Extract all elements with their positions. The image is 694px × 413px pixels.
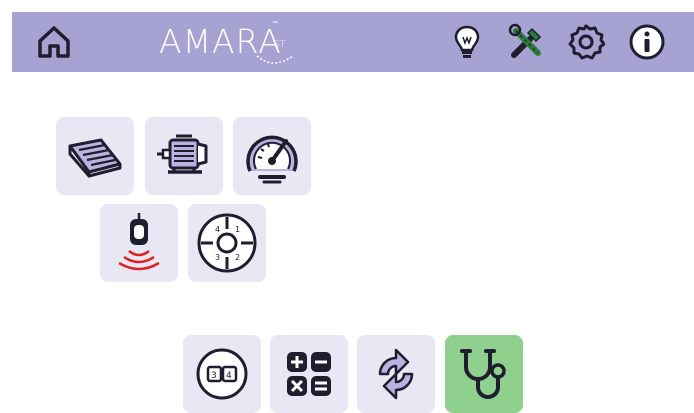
remote-sensor-tile[interactable] <box>100 204 178 282</box>
keypad-tile[interactable] <box>56 117 134 195</box>
motor-icon <box>157 134 208 174</box>
lightbulb-icon[interactable] <box>446 21 488 63</box>
keypad-icon <box>68 138 122 178</box>
refresh-cycle-tile[interactable] <box>357 335 435 413</box>
svg-text:1: 1 <box>235 225 240 234</box>
home-icon[interactable] <box>33 21 75 63</box>
dial-selector-tile[interactable]: 4 1 3 2 <box>188 204 266 282</box>
svg-text:3: 3 <box>215 253 220 262</box>
stethoscope-icon <box>460 349 506 399</box>
brand-trademark: ™ <box>272 20 279 27</box>
stethoscope-tile[interactable] <box>445 335 523 413</box>
svg-text:3: 3 <box>211 371 217 381</box>
speedometer-tile[interactable] <box>233 117 311 195</box>
dial-selector-icon: 4 1 3 2 <box>197 213 257 273</box>
svg-text:2: 2 <box>235 253 240 262</box>
gear-icon[interactable] <box>565 21 607 63</box>
brand-swoosh <box>256 55 294 64</box>
info-icon[interactable] <box>626 21 668 63</box>
svg-text:4: 4 <box>226 371 232 381</box>
counter-display-icon: 3 4 <box>196 348 248 400</box>
counter-display-tile[interactable]: 3 4 <box>183 335 261 413</box>
calculator-icon <box>287 352 331 396</box>
brand-suffix: ST <box>274 40 286 50</box>
calculator-tile[interactable] <box>270 335 348 413</box>
svg-text:4: 4 <box>215 225 220 234</box>
tools-icon[interactable] <box>506 21 548 63</box>
speedometer-icon <box>246 135 298 184</box>
remote-sensor-icon <box>118 213 160 271</box>
refresh-cycle-icon <box>378 348 414 400</box>
motor-tile[interactable] <box>145 117 223 195</box>
top-bar: AMARA ™ ST <box>12 12 694 72</box>
